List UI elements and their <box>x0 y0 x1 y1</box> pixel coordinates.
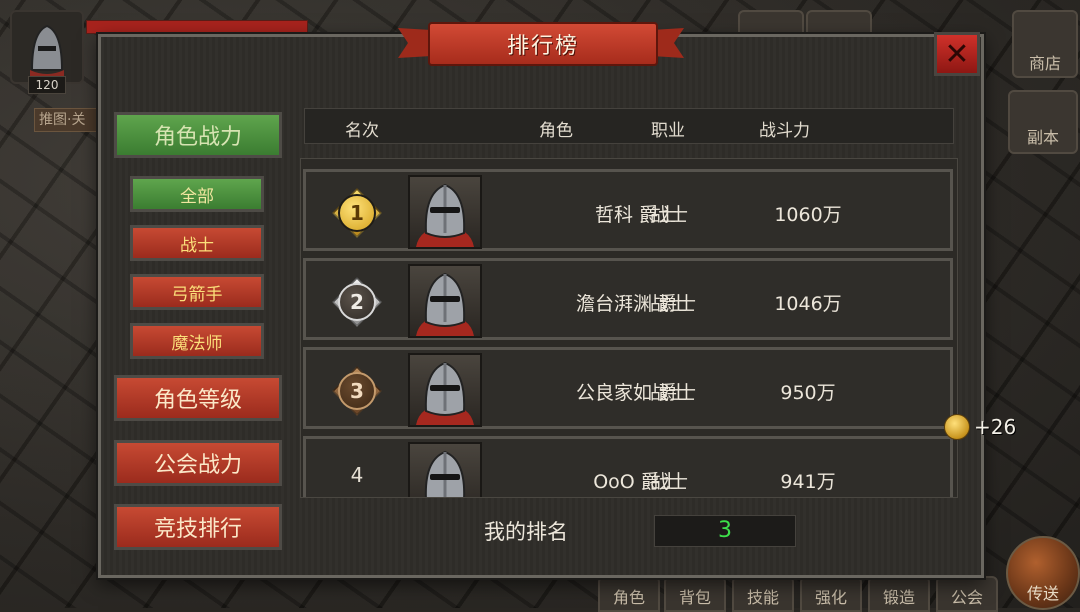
character-job: 战士 <box>650 382 689 404</box>
rank-number: 2 <box>338 283 376 321</box>
silver-medal-icon: 2 <box>332 277 382 327</box>
character-power: 950万 <box>780 382 836 404</box>
character-name: 公良家如 爵士 <box>575 382 697 404</box>
tab-guild-power[interactable]: 公会战力 <box>114 440 282 486</box>
table-header: 名次 角色 职业 战斗力 <box>304 108 954 144</box>
character-portrait <box>408 353 482 427</box>
character-portrait <box>408 175 482 249</box>
dungeon-button-label: 副本 <box>1026 128 1059 147</box>
bottom-button-label: 公会 <box>950 588 983 607</box>
table-row[interactable]: 2 澹台湃渊 爵士 战士 1046万 <box>303 258 953 340</box>
header-role: 角色 <box>539 121 573 141</box>
knight-helmet-icon <box>424 450 466 497</box>
character-power: 1046万 <box>774 293 842 315</box>
bottom-button-enhance[interactable]: 强化 <box>800 576 862 612</box>
shop-button[interactable]: 商店 <box>1012 10 1078 78</box>
character-job: 战士 <box>650 293 689 315</box>
player-avatar[interactable] <box>10 10 84 84</box>
filter-archer[interactable]: 弓箭手 <box>130 274 264 310</box>
knight-helmet-icon <box>416 361 474 425</box>
bottom-button-guild[interactable]: 公会 <box>936 576 998 612</box>
gold-coin-icon <box>944 414 970 440</box>
bottom-button-label: 锻造 <box>882 588 915 607</box>
tab-arena-ranking[interactable]: 竞技排行 <box>114 504 282 550</box>
character-name: OoO 爵士 <box>593 471 679 493</box>
rank-number: 4 <box>350 463 364 487</box>
character-portrait <box>408 442 482 497</box>
close-button[interactable]: ✕ <box>934 32 980 76</box>
character-portrait <box>408 264 482 338</box>
bottom-button-label: 强化 <box>814 588 847 607</box>
bottom-button-skill[interactable]: 技能 <box>732 576 794 612</box>
teleport-label: 传送 <box>1026 584 1059 603</box>
panel-title: 排行榜 <box>428 22 658 66</box>
bronze-medal-icon: 3 <box>332 366 382 416</box>
character-name: 澹台湃渊 爵士 <box>575 293 697 315</box>
bottom-button-bag[interactable]: 背包 <box>664 576 726 612</box>
bottom-button-label: 背包 <box>678 588 711 607</box>
rank-number: 3 <box>338 372 376 410</box>
bottom-button-label: 技能 <box>746 588 779 607</box>
shop-button-label: 商店 <box>1028 54 1061 73</box>
table-row[interactable]: 3 公良家如 爵士 战士 950万 <box>303 347 953 429</box>
bottom-button-label: 角色 <box>612 588 645 607</box>
character-job: 战士 <box>650 204 689 226</box>
rank-number: 1 <box>338 194 376 232</box>
filter-mage[interactable]: 魔法师 <box>130 323 264 359</box>
tab-character-level[interactable]: 角色等级 <box>114 375 282 421</box>
my-rank-value: 3 <box>654 515 796 547</box>
bottom-button-role[interactable]: 角色 <box>598 576 660 612</box>
table-row[interactable]: 4 OoO 爵士 战士 941万 <box>303 436 953 497</box>
knight-helmet-icon <box>30 24 64 78</box>
coin-bonus: +26 <box>944 414 1016 440</box>
coin-bonus-amount: +26 <box>974 415 1017 439</box>
ranking-list[interactable]: 1 哲科 爵士 战士 1060万 2 澹台湃渊 爵士 战士 1046万 3 公良… <box>300 158 958 498</box>
close-icon: ✕ <box>944 36 970 72</box>
knight-helmet-icon <box>416 183 474 247</box>
character-name: 哲科 爵士 <box>594 204 678 226</box>
header-job: 职业 <box>651 121 685 141</box>
header-rank: 名次 <box>345 121 379 141</box>
gold-medal-icon: 1 <box>332 188 382 238</box>
panel-title-ribbon: 排行榜 <box>398 8 684 66</box>
player-level: 120 <box>28 76 66 94</box>
character-power: 941万 <box>780 471 836 493</box>
table-row[interactable]: 1 哲科 爵士 战士 1060万 <box>303 169 953 251</box>
character-power: 1060万 <box>774 204 842 226</box>
my-rank-label: 我的排名 <box>484 520 568 544</box>
teleport-button[interactable]: 传送 <box>1006 536 1080 610</box>
dungeon-button[interactable]: 副本 <box>1008 90 1078 154</box>
bottom-button-forge[interactable]: 锻造 <box>868 576 930 612</box>
character-job: 战士 <box>650 471 689 493</box>
filter-warrior[interactable]: 战士 <box>130 225 264 261</box>
player-hp-bar <box>86 20 308 34</box>
quest-hint[interactable]: 推图·关 <box>34 108 108 132</box>
knight-helmet-icon <box>416 272 474 336</box>
filter-all[interactable]: 全部 <box>130 176 264 212</box>
header-power: 战斗力 <box>759 121 810 141</box>
tab-character-power[interactable]: 角色战力 <box>114 112 282 158</box>
